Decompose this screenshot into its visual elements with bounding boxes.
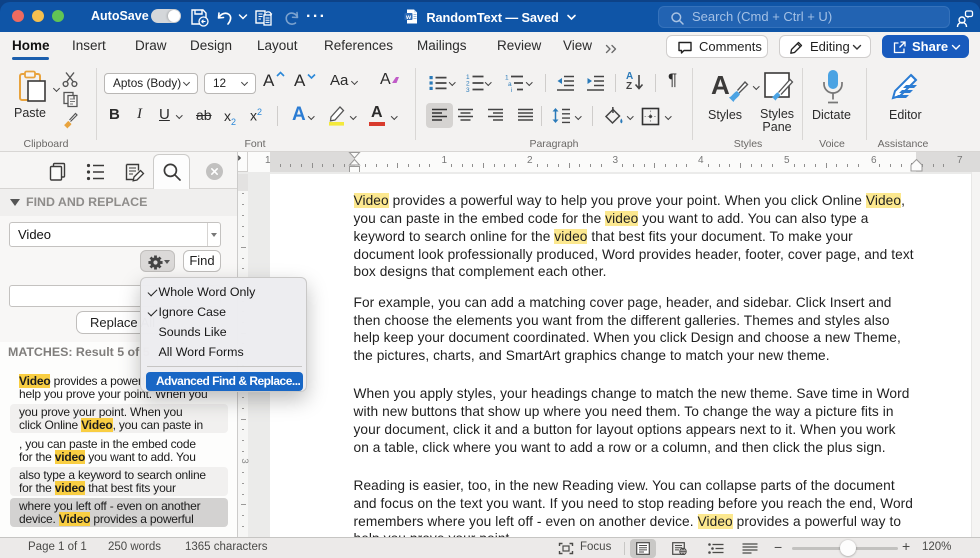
svg-text:3: 3 xyxy=(466,87,470,92)
svg-text:i: i xyxy=(511,87,512,92)
svg-text:w: w xyxy=(405,14,412,21)
